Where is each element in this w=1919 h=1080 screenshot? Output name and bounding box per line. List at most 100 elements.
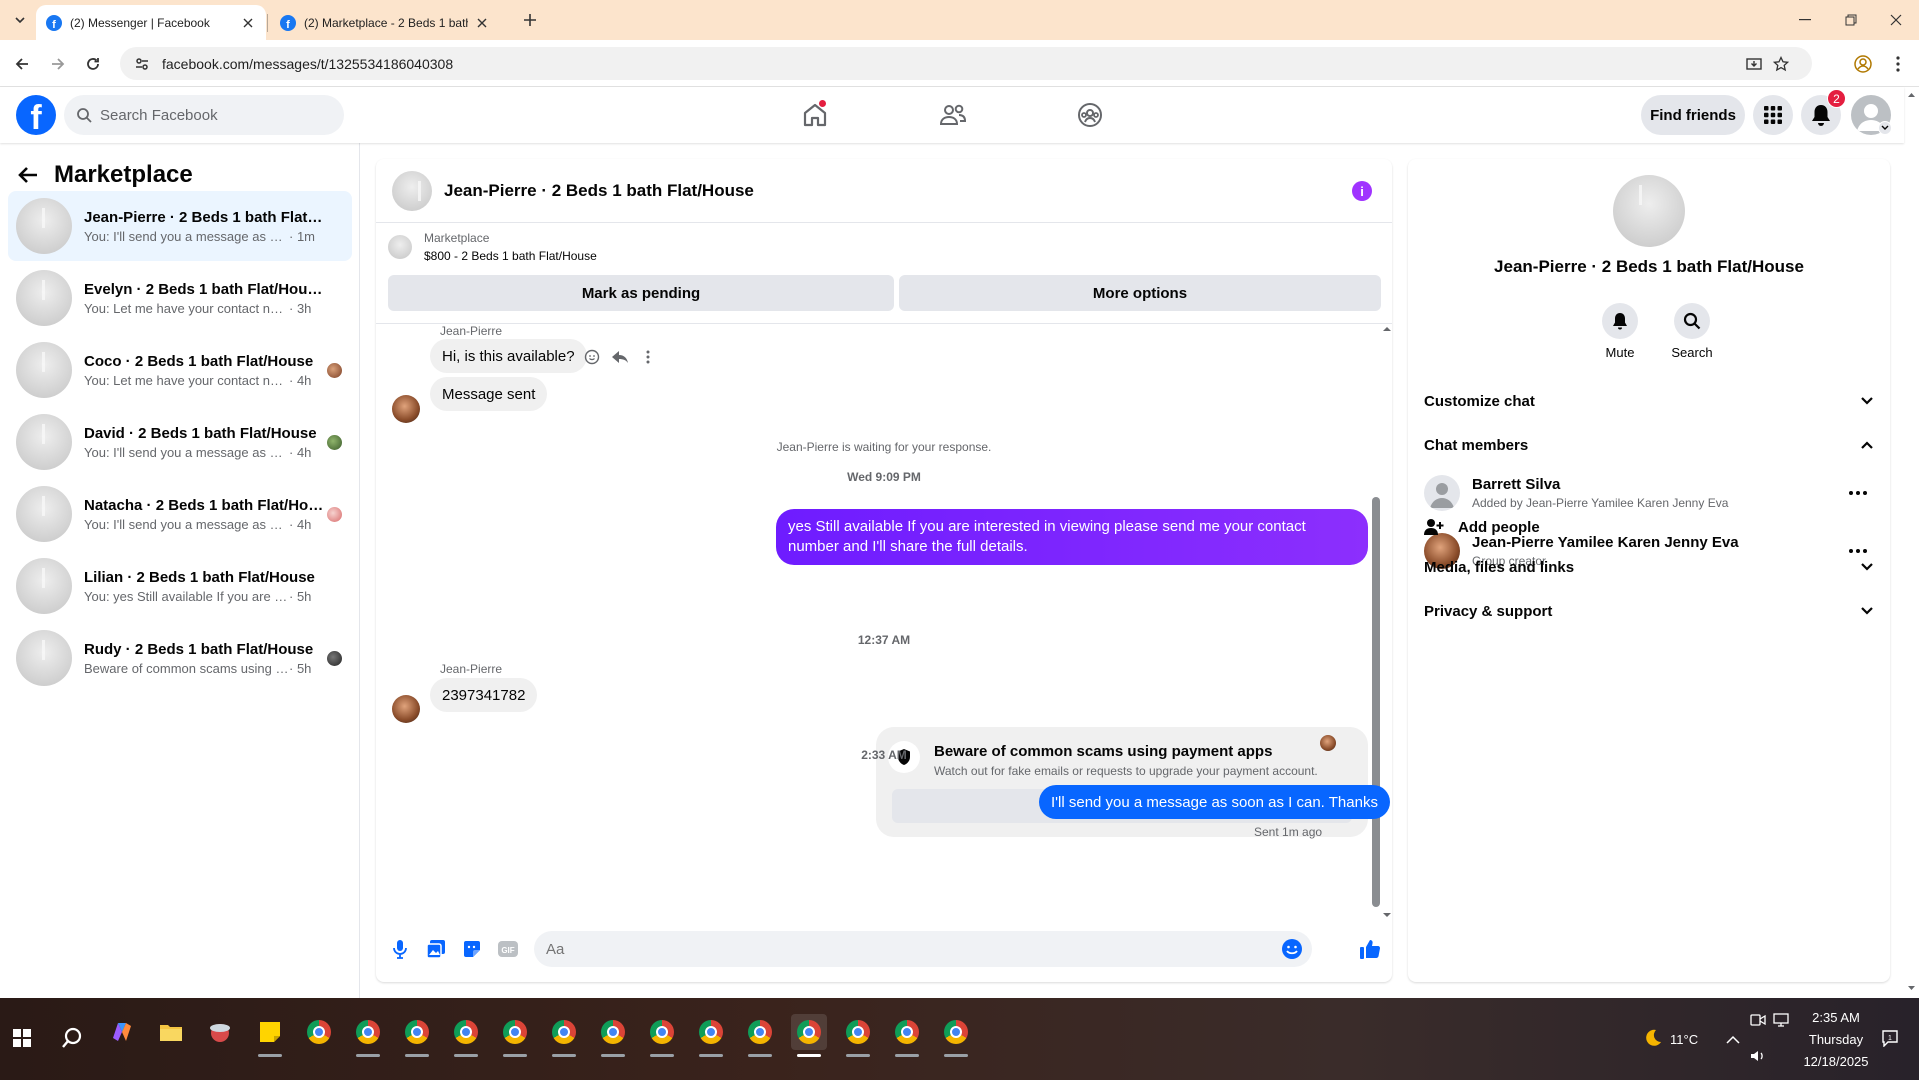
microphone-icon[interactable] xyxy=(388,937,412,961)
scroll-down-icon[interactable] xyxy=(1907,985,1916,992)
reload-button[interactable] xyxy=(80,51,106,77)
new-tab-button[interactable] xyxy=(520,10,540,30)
browser-tab-messenger[interactable]: f (2) Messenger | Facebook xyxy=(36,5,266,40)
menu-button[interactable] xyxy=(1753,95,1793,135)
moon-weather-icon[interactable] xyxy=(1643,1028,1663,1048)
find-friends-button[interactable]: Find friends xyxy=(1641,95,1745,135)
sticker-icon[interactable] xyxy=(460,937,484,961)
info-icon[interactable]: i xyxy=(1352,181,1372,201)
thumbs-up-icon[interactable] xyxy=(1358,937,1382,961)
network-icon[interactable] xyxy=(1772,1010,1792,1030)
search-icon[interactable] xyxy=(54,1020,90,1056)
url-bar[interactable]: facebook.com/messages/t/1325534186040308 xyxy=(120,47,1812,80)
sender-avatar[interactable] xyxy=(392,695,420,723)
chrome-profile-icon[interactable] xyxy=(644,1014,680,1057)
profile-icon[interactable] xyxy=(1850,51,1876,77)
chrome-profile-icon[interactable] xyxy=(742,1014,778,1057)
more-actions-icon[interactable] xyxy=(638,347,658,367)
restore-button[interactable] xyxy=(1828,0,1874,40)
chat-avatar[interactable] xyxy=(392,170,432,211)
groups-nav-button[interactable] xyxy=(1068,93,1112,137)
close-window-button[interactable] xyxy=(1873,0,1919,40)
chevron-down-icon[interactable] xyxy=(1878,121,1892,135)
conversation-item[interactable]: Coco · 2 Beds 1 bath Flat/House You: Let… xyxy=(8,335,352,405)
incoming-message[interactable]: Hi, is this available? xyxy=(430,339,587,373)
incoming-message[interactable]: Message sent xyxy=(430,377,548,411)
chrome-menu-icon[interactable] xyxy=(1885,51,1911,77)
page-scrollbar[interactable] xyxy=(1904,87,1919,998)
close-tab-icon[interactable] xyxy=(474,15,490,31)
temperature[interactable]: 11°C xyxy=(1670,1032,1698,1047)
conversation-item[interactable]: Lilian · 2 Beds 1 bath Flat/House You: y… xyxy=(8,551,352,621)
message-input[interactable] xyxy=(546,940,1280,958)
outgoing-message[interactable]: yes Still available If you are intereste… xyxy=(776,509,1368,565)
conversation-item[interactable]: Jean-Pierre · 2 Beds 1 bath Flat/House Y… xyxy=(8,191,352,261)
privacy-support-section[interactable]: Privacy & support xyxy=(1424,591,1874,631)
conversation-item[interactable]: Natacha · 2 Beds 1 bath Flat/House You: … xyxy=(8,479,352,549)
back-arrow-icon[interactable] xyxy=(18,166,38,184)
chrome-profile-icon[interactable] xyxy=(497,1014,533,1057)
conversation-item[interactable]: Evelyn · 2 Beds 1 bath Flat/House You: L… xyxy=(8,263,352,333)
chrome-profile-icon[interactable] xyxy=(350,1014,386,1057)
bookmark-star-icon[interactable] xyxy=(1770,53,1792,75)
home-nav-button[interactable] xyxy=(793,93,837,137)
photo-icon[interactable] xyxy=(424,937,448,961)
facebook-search[interactable] xyxy=(64,95,344,135)
chrome-profile-icon[interactable] xyxy=(889,1014,925,1057)
chrome-profile-icon[interactable] xyxy=(399,1014,435,1057)
chevron-up-icon[interactable] xyxy=(1723,1029,1743,1049)
search-input[interactable] xyxy=(100,106,320,124)
mute-button[interactable]: Mute xyxy=(1590,303,1650,360)
app-icon[interactable] xyxy=(202,1014,238,1050)
reply-icon[interactable] xyxy=(610,347,630,367)
clock-date[interactable]: 12/18/2025 xyxy=(1800,1054,1872,1069)
minimize-button[interactable] xyxy=(1782,0,1828,40)
conversation-item[interactable]: David · 2 Beds 1 bath Flat/House You: I'… xyxy=(8,407,352,477)
chat-scrollbar-thumb[interactable] xyxy=(1372,497,1380,907)
sticky-notes-icon[interactable] xyxy=(252,1014,288,1057)
chrome-icon[interactable] xyxy=(301,1014,337,1050)
browser-tab-marketplace[interactable]: f (2) Marketplace - 2 Beds 1 bath xyxy=(270,5,500,40)
file-explorer-icon[interactable] xyxy=(153,1014,189,1050)
listing-summary[interactable]: Marketplace $800 - 2 Beds 1 bath Flat/Ho… xyxy=(388,231,597,263)
scroll-up-icon[interactable] xyxy=(1382,325,1392,333)
close-tab-icon[interactable] xyxy=(240,15,256,31)
facebook-logo[interactable]: f xyxy=(16,95,56,135)
volume-icon[interactable] xyxy=(1748,1046,1768,1066)
more-options-icon[interactable] xyxy=(1842,477,1874,509)
chrome-profile-icon[interactable] xyxy=(938,1014,974,1057)
emoji-icon[interactable] xyxy=(1280,937,1304,961)
gif-icon[interactable]: GIF xyxy=(496,937,520,961)
friends-nav-button[interactable] xyxy=(931,93,975,137)
chrome-profile-icon[interactable] xyxy=(546,1014,582,1057)
meet-now-icon[interactable] xyxy=(1748,1010,1768,1030)
install-app-icon[interactable] xyxy=(1743,53,1765,75)
media-files-links-section[interactable]: Media, files and links xyxy=(1424,547,1874,587)
chrome-profile-icon[interactable] xyxy=(840,1014,876,1057)
back-button[interactable] xyxy=(9,51,35,77)
chrome-profile-icon[interactable] xyxy=(448,1014,484,1057)
search-in-conversation-button[interactable]: Search xyxy=(1662,303,1722,360)
chrome-profile-icon[interactable] xyxy=(693,1014,729,1057)
chrome-profile-icon-active[interactable] xyxy=(791,1014,827,1057)
scroll-up-icon[interactable] xyxy=(1907,91,1916,98)
clock-day[interactable]: Thursday xyxy=(1806,1032,1866,1047)
site-info-icon[interactable] xyxy=(126,56,158,72)
message-input-box[interactable] xyxy=(534,931,1312,967)
copilot-icon[interactable] xyxy=(104,1014,140,1050)
notification-center-icon[interactable]: 1 xyxy=(1880,1028,1900,1048)
customize-chat-section[interactable]: Customize chat xyxy=(1424,381,1874,421)
tab-search-button[interactable] xyxy=(8,9,32,31)
forward-button[interactable] xyxy=(45,51,71,77)
conversation-item[interactable]: Rudy · 2 Beds 1 bath Flat/House Beware o… xyxy=(8,623,352,693)
windows-start-icon[interactable] xyxy=(4,1020,40,1056)
incoming-message[interactable]: 2397341782 xyxy=(430,678,538,712)
chrome-profile-icon[interactable] xyxy=(595,1014,631,1057)
chat-title[interactable]: Jean-Pierre · 2 Beds 1 bath Flat/House xyxy=(444,181,754,201)
add-people-button[interactable]: Add people xyxy=(1424,507,1540,547)
outgoing-message[interactable]: I'll send you a message as soon as I can… xyxy=(1039,785,1390,819)
chat-members-section[interactable]: Chat members xyxy=(1424,425,1874,465)
more-options-button[interactable]: More options xyxy=(899,275,1381,311)
react-emoji-icon[interactable] xyxy=(582,347,602,367)
clock-time[interactable]: 2:35 AM xyxy=(1806,1010,1866,1025)
